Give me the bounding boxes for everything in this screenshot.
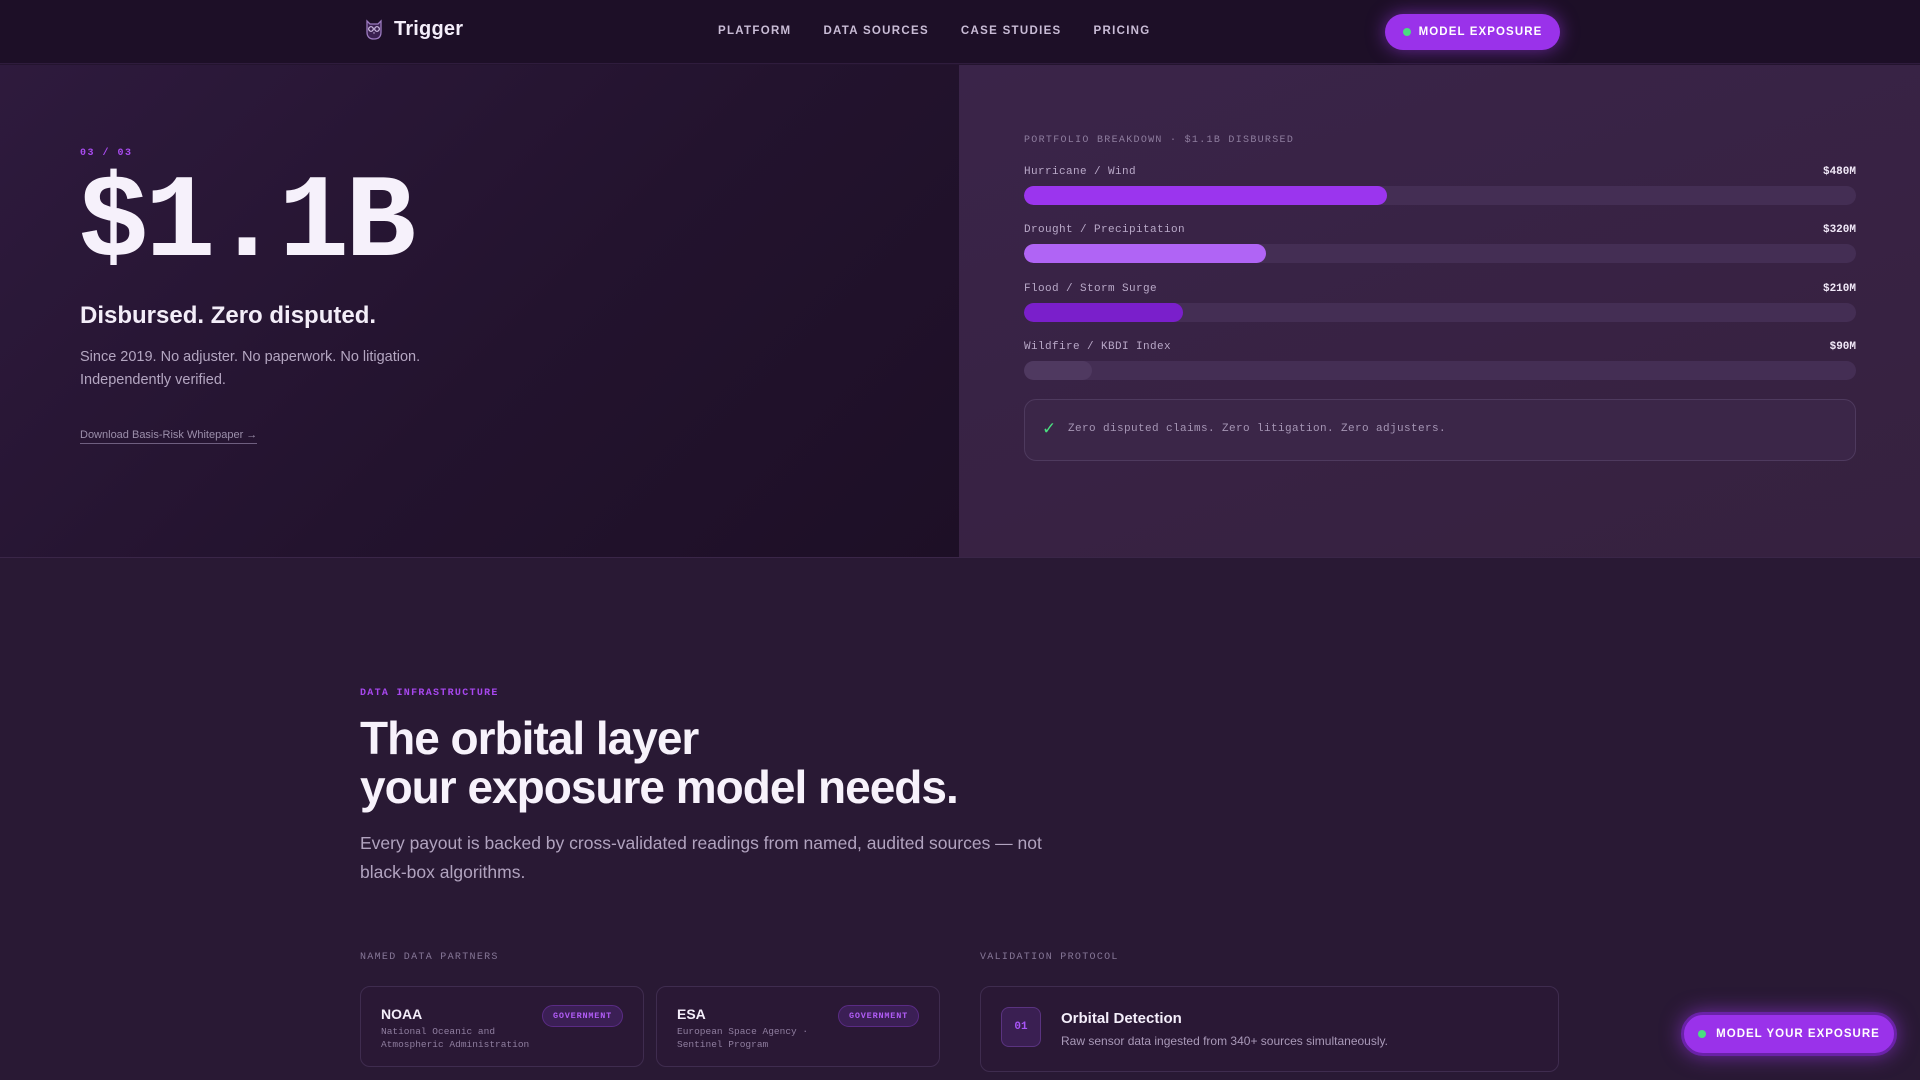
model-your-exposure-button[interactable]: MODEL YOUR EXPOSURE — [1681, 1012, 1897, 1056]
verification-note: ✓ Zero disputed claims. Zero litigation.… — [1024, 399, 1856, 461]
bar-label: Drought / Precipitation — [1024, 224, 1186, 236]
bar-fill — [1024, 186, 1388, 205]
partner-card-esa[interactable]: ESA European Space Agency · Sentinel Pro… — [656, 986, 940, 1067]
breakdown-title: PORTFOLIO BREAKDOWN · $1.1B DISBURSED — [1024, 135, 1295, 146]
bar-value: $320M — [1822, 224, 1856, 236]
status-dot-icon — [1698, 1030, 1707, 1038]
data-infrastructure-section — [0, 558, 1920, 1080]
bar-value: $90M — [1829, 341, 1856, 353]
model-your-exposure-label: MODEL YOUR EXPOSURE — [1716, 1028, 1880, 1040]
bar-fill — [1024, 361, 1093, 380]
whitepaper-link[interactable]: Download Basis-Risk Whitepaper → — [80, 429, 258, 444]
partner-name: NOAA — [381, 1006, 423, 1022]
section-title-line-1: The orbital layer — [360, 712, 699, 764]
bar-value: $210M — [1822, 283, 1856, 295]
brand-logo[interactable]: Trigger — [364, 18, 463, 41]
partner-card-noaa[interactable]: NOAA National Oceanic and Atmospheric Ad… — [360, 986, 644, 1067]
check-icon: ✓ — [1042, 419, 1057, 438]
hero-subtitle: Disbursed. Zero disputed. — [80, 302, 377, 329]
section-eyebrow: DATA INFRASTRUCTURE — [360, 688, 499, 699]
partner-name: ESA — [677, 1006, 706, 1022]
nav-links: PLATFORM DATA SOURCES CASE STUDIES PRICI… — [718, 25, 1151, 37]
partner-description: European Space Agency · Sentinel Program — [677, 1026, 809, 1050]
section-title-line-2: your exposure model needs. — [360, 761, 959, 813]
partner-badge: GOVERNMENT — [837, 1005, 919, 1027]
partner-description: National Oceanic and Atmospheric Adminis… — [381, 1026, 530, 1050]
partners-label: NAMED DATA PARTNERS — [360, 952, 499, 963]
bar-track — [1024, 186, 1856, 205]
owl-logo-icon — [366, 18, 382, 40]
step-description: Raw sensor data ingested from 340+ sourc… — [1061, 1034, 1388, 1048]
step-number: 01 — [1001, 1007, 1041, 1047]
validation-label: VALIDATION PROTOCOL — [980, 952, 1119, 963]
bar-label: Wildfire / KBDI Index — [1024, 341, 1172, 353]
verification-note-text: Zero disputed claims. Zero litigation. Z… — [1068, 423, 1447, 435]
bar-fill — [1024, 303, 1183, 322]
bar-track — [1024, 244, 1856, 263]
nav-link-data-sources[interactable]: DATA SOURCES — [823, 25, 928, 37]
step-title: Orbital Detection — [1061, 1010, 1182, 1027]
status-dot-icon — [1402, 28, 1411, 36]
bar-track — [1024, 303, 1856, 322]
validation-step-card: 01 Orbital Detection Raw sensor data ing… — [980, 986, 1559, 1072]
bar-label: Hurricane / Wind — [1024, 166, 1137, 178]
model-exposure-button[interactable]: MODEL EXPOSURE — [1385, 14, 1560, 50]
partner-badge: GOVERNMENT — [541, 1005, 623, 1027]
brand-name: Trigger — [394, 18, 464, 40]
nav-link-platform[interactable]: PLATFORM — [718, 25, 791, 37]
bar-fill — [1024, 244, 1267, 263]
bar-value: $480M — [1822, 166, 1856, 178]
bar-track — [1024, 361, 1856, 380]
top-nav: Trigger PLATFORM DATA SOURCES CASE STUDI… — [0, 0, 1920, 64]
bar-label: Flood / Storm Surge — [1024, 283, 1158, 295]
nav-link-pricing[interactable]: PRICING — [1094, 25, 1151, 37]
section-title: The orbital layer your exposure model ne… — [360, 712, 959, 813]
section-description: Every payout is backed by cross-validate… — [360, 833, 1042, 882]
hero-description: Since 2019. No adjuster. No paperwork. N… — [80, 349, 421, 388]
model-exposure-label: MODEL EXPOSURE — [1418, 26, 1543, 38]
nav-link-case-studies[interactable]: CASE STUDIES — [961, 25, 1062, 37]
hero-stat: $1.1B — [78, 158, 416, 291]
